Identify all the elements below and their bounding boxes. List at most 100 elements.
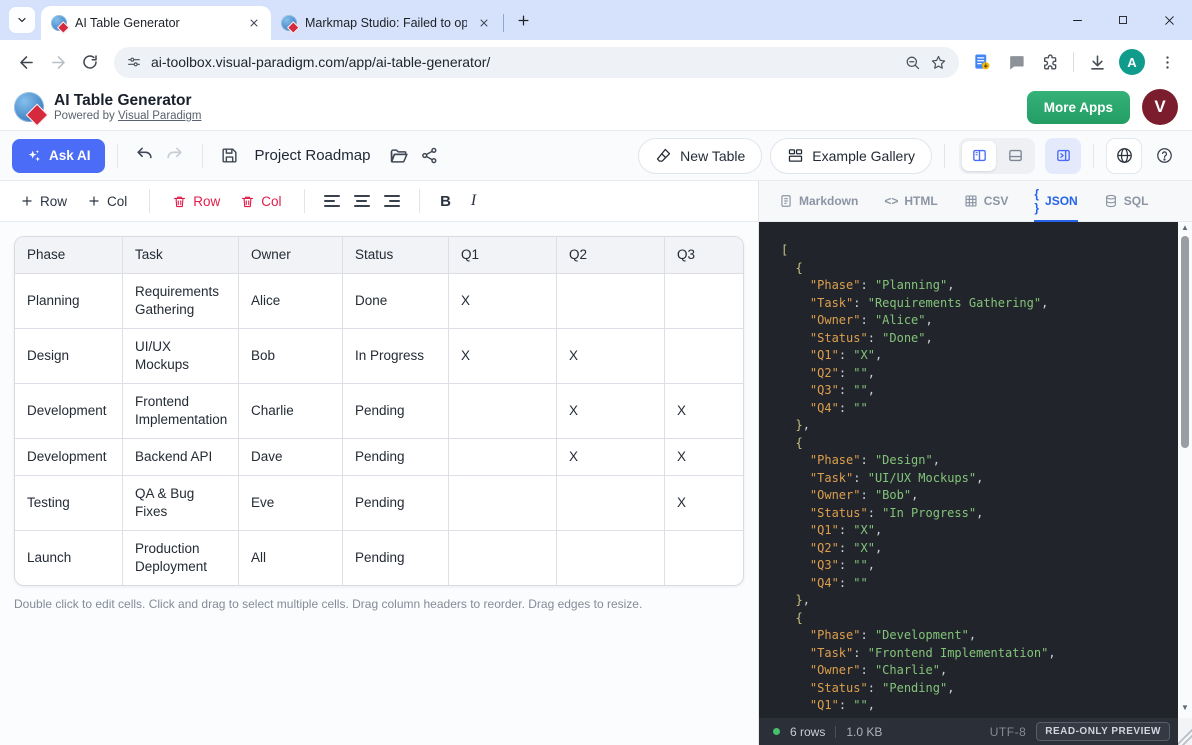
table-cell[interactable]: Frontend Implementation: [123, 384, 239, 439]
table-cell[interactable]: Testing: [15, 476, 123, 531]
zoom-out-icon[interactable]: [904, 54, 921, 71]
site-settings-icon[interactable]: [126, 54, 142, 70]
browser-profile-avatar[interactable]: A: [1119, 49, 1145, 75]
tab-close-icon[interactable]: [245, 14, 263, 32]
code-content[interactable]: [ { "Phase": "Planning", "Task": "Requir…: [759, 222, 1178, 718]
table-cell[interactable]: X: [665, 439, 743, 476]
visual-paradigm-link[interactable]: Visual Paradigm: [118, 110, 202, 122]
align-center-button[interactable]: [347, 186, 377, 216]
table-cell[interactable]: All: [239, 531, 343, 585]
reading-mode-icon[interactable]: [967, 47, 997, 77]
table-column-header[interactable]: Q3: [665, 237, 743, 274]
table-cell[interactable]: Planning: [15, 274, 123, 329]
table-cell[interactable]: QA & Bug Fixes: [123, 476, 239, 531]
new-table-button[interactable]: New Table: [638, 138, 762, 174]
reload-button[interactable]: [74, 46, 106, 78]
open-folder-button[interactable]: [384, 141, 414, 171]
tab-search-button[interactable]: [9, 7, 35, 33]
example-gallery-button[interactable]: Example Gallery: [770, 138, 932, 174]
code-scrollbar[interactable]: ▲ ▼: [1178, 222, 1192, 745]
table-cell[interactable]: Eve: [239, 476, 343, 531]
extensions-puzzle-icon[interactable]: [1035, 47, 1065, 77]
table-cell[interactable]: [449, 531, 557, 585]
table-column-header[interactable]: Owner: [239, 237, 343, 274]
table-cell[interactable]: X: [449, 274, 557, 329]
table-column-header[interactable]: Q2: [557, 237, 665, 274]
resize-grip[interactable]: [1178, 718, 1192, 745]
table-cell[interactable]: Requirements Gathering: [123, 274, 239, 329]
table-cell[interactable]: [557, 476, 665, 531]
delete-col-button[interactable]: Col: [230, 186, 291, 216]
forward-button[interactable]: [42, 46, 74, 78]
address-bar[interactable]: ai-toolbox.visual-paradigm.com/app/ai-ta…: [114, 47, 959, 78]
back-button[interactable]: [10, 46, 42, 78]
browser-tab[interactable]: Markmap Studio: Failed to oper: [271, 6, 501, 40]
table-cell[interactable]: Alice: [239, 274, 343, 329]
redo-button[interactable]: [160, 141, 190, 171]
tab-close-icon[interactable]: [475, 14, 493, 32]
comment-bubble-icon[interactable]: [1001, 47, 1031, 77]
table-cell[interactable]: X: [665, 476, 743, 531]
collapse-right-panel-button[interactable]: [1045, 138, 1081, 174]
table-cell[interactable]: Pending: [343, 531, 449, 585]
export-tab-markdown[interactable]: Markdown: [779, 181, 858, 221]
table-cell[interactable]: [449, 384, 557, 439]
align-right-button[interactable]: [377, 186, 407, 216]
table-cell[interactable]: X: [665, 384, 743, 439]
table-cell[interactable]: [665, 531, 743, 585]
table-cell[interactable]: UI/UX Mockups: [123, 329, 239, 384]
split-horizontal-toggle[interactable]: [998, 141, 1032, 171]
bold-button[interactable]: B: [432, 193, 460, 210]
export-tab-json[interactable]: { }JSON: [1034, 181, 1077, 221]
table-cell[interactable]: Bob: [239, 329, 343, 384]
table-cell[interactable]: [449, 476, 557, 531]
align-left-button[interactable]: [317, 186, 347, 216]
table-cell[interactable]: X: [557, 329, 665, 384]
table-cell[interactable]: [449, 439, 557, 476]
table-cell[interactable]: [557, 531, 665, 585]
bookmark-star-icon[interactable]: [930, 54, 947, 71]
undo-button[interactable]: [130, 141, 160, 171]
table-cell[interactable]: Backend API: [123, 439, 239, 476]
table-cell[interactable]: Production Deployment: [123, 531, 239, 585]
export-tab-sql[interactable]: SQL: [1104, 181, 1149, 221]
browser-menu-icon[interactable]: [1152, 47, 1182, 77]
scrollbar-thumb[interactable]: [1181, 236, 1189, 448]
scroll-up-icon[interactable]: ▲: [1181, 222, 1189, 234]
downloads-icon[interactable]: [1082, 47, 1112, 77]
document-title[interactable]: Project Roadmap: [255, 147, 371, 164]
table-column-header[interactable]: Q1: [449, 237, 557, 274]
table-cell[interactable]: X: [557, 384, 665, 439]
table-cell[interactable]: Charlie: [239, 384, 343, 439]
table-cell[interactable]: Development: [15, 439, 123, 476]
table-cell[interactable]: Pending: [343, 476, 449, 531]
table-cell[interactable]: X: [557, 439, 665, 476]
more-apps-button[interactable]: More Apps: [1027, 91, 1130, 124]
share-button[interactable]: [414, 141, 444, 171]
add-row-button[interactable]: Row: [10, 186, 77, 216]
help-button[interactable]: [1148, 140, 1180, 172]
url-text[interactable]: ai-toolbox.visual-paradigm.com/app/ai-ta…: [151, 54, 895, 70]
table-cell[interactable]: Design: [15, 329, 123, 384]
table-column-header[interactable]: Status: [343, 237, 449, 274]
export-tab-csv[interactable]: CSV: [964, 181, 1009, 221]
table-cell[interactable]: [665, 329, 743, 384]
italic-button[interactable]: I: [460, 192, 488, 210]
table-cell[interactable]: Dave: [239, 439, 343, 476]
table-cell[interactable]: In Progress: [343, 329, 449, 384]
table-cell[interactable]: Done: [343, 274, 449, 329]
language-button[interactable]: [1106, 138, 1142, 174]
table-cell[interactable]: [665, 274, 743, 329]
new-tab-button[interactable]: [510, 7, 536, 33]
browser-tab[interactable]: AI Table Generator: [41, 6, 271, 40]
maximize-button[interactable]: [1100, 0, 1146, 40]
table-cell[interactable]: Pending: [343, 439, 449, 476]
scroll-down-icon[interactable]: ▼: [1178, 702, 1192, 714]
table-cell[interactable]: [557, 274, 665, 329]
minimize-button[interactable]: [1054, 0, 1100, 40]
close-window-button[interactable]: [1146, 0, 1192, 40]
save-button[interactable]: [215, 141, 245, 171]
add-col-button[interactable]: Col: [77, 186, 137, 216]
table-column-header[interactable]: Task: [123, 237, 239, 274]
table-cell[interactable]: Launch: [15, 531, 123, 585]
